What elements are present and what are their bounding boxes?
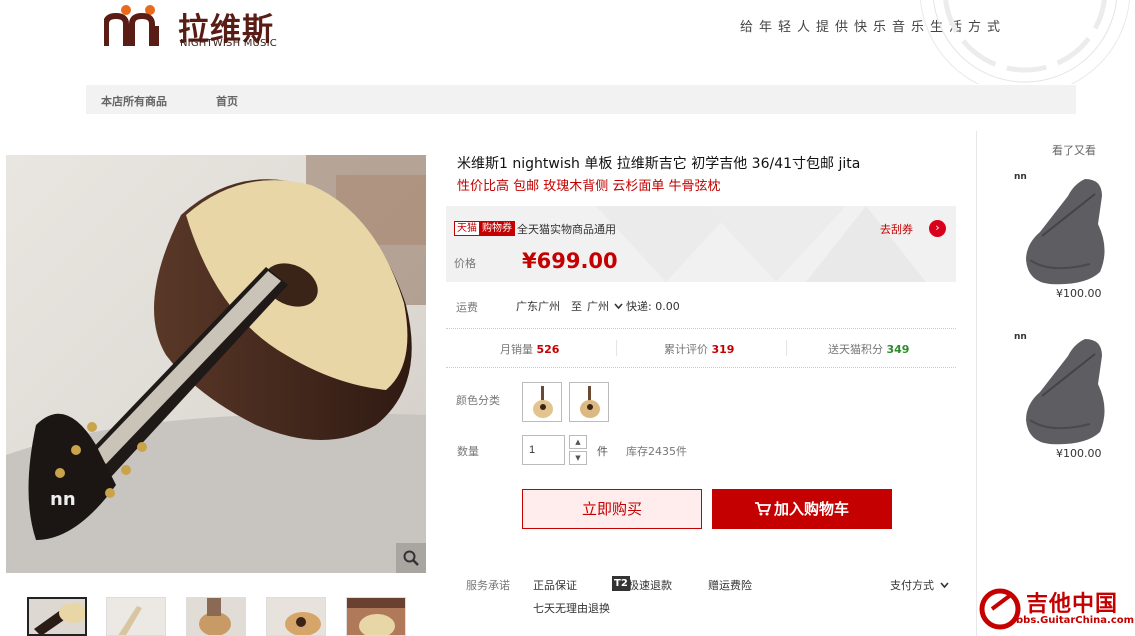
price-label: 价格 (454, 257, 476, 270)
tmall-points: 送天猫积分 349 (828, 341, 909, 357)
brand-name-en: NIGHTWISH MUSIC (180, 38, 277, 49)
price-value: ¥699.00 (522, 249, 618, 273)
get-coupon-link[interactable]: 去刮券 (880, 221, 913, 237)
service-shipping-insurance[interactable]: 赠运费险 (708, 577, 752, 593)
svg-text:nn: nn (1014, 172, 1027, 182)
decorative-circles (920, 0, 1130, 84)
guitar-photo: nn (6, 155, 426, 573)
thumbnail-2[interactable] (106, 597, 166, 636)
svg-text:nn: nn (50, 489, 76, 510)
product-subtitle: 性价比高 包邮 玫瑰木背侧 云杉面单 牛骨弦枕 (457, 179, 721, 194)
color-option-2[interactable] (569, 382, 609, 422)
chevron-right-icon[interactable]: › (929, 220, 946, 237)
also-viewed-title: 看了又看 (1052, 144, 1096, 157)
tmall-points-label: 送天猫积分 (828, 343, 883, 356)
coupon-tag: 购物券 (479, 221, 515, 236)
service-label: 服务承诺 (466, 579, 510, 592)
gig-bag-image: nn (1014, 172, 1105, 285)
quantity-decrease-button[interactable]: ▼ (569, 451, 587, 465)
product-title: 米维斯1 nightwish 单板 拉维斯吉它 初学吉他 36/41寸包邮 ji… (457, 156, 861, 172)
divider (446, 367, 956, 368)
shipping-destination-select[interactable]: 广州 (587, 298, 623, 314)
thumbnail-3[interactable] (186, 597, 246, 636)
shop-nav-bar: 本店所有商品 首页 (86, 85, 1076, 114)
buy-now-button[interactable]: 立即购买 (522, 489, 702, 529)
chevron-down-icon (613, 303, 623, 310)
coupon-description: 全天猫实物商品通用 (517, 223, 616, 236)
monthly-sales-label: 月销量 (500, 343, 533, 356)
divider (616, 340, 617, 356)
divider (976, 131, 977, 636)
nav-home[interactable]: 首页 (216, 93, 238, 109)
divider (446, 328, 956, 329)
total-reviews-label: 累计评价 (664, 343, 708, 356)
divider (786, 340, 787, 356)
recommended-item-2-price: ¥100.00 (1056, 447, 1102, 460)
service-7day-return[interactable]: 七天无理由退换 (533, 600, 610, 616)
service-fast-refund[interactable]: 极速退款 (628, 577, 672, 593)
monthly-sales-value: 526 (536, 343, 560, 356)
monthly-sales: 月销量 526 (500, 341, 559, 357)
gig-bag-image: nn (1014, 332, 1105, 445)
service-authentic[interactable]: 正品保证 (533, 577, 577, 593)
zoom-button[interactable] (396, 543, 426, 573)
payment-methods-dropdown[interactable]: 支付方式 (890, 577, 949, 593)
shipping-destination-label: 广州 (587, 300, 609, 313)
cart-icon (754, 502, 772, 516)
nav-all-products[interactable]: 本店所有商品 (101, 93, 167, 109)
recommended-item-1-price: ¥100.00 (1056, 287, 1102, 300)
chevron-down-icon (939, 582, 949, 589)
total-reviews[interactable]: 累计评价 319 (664, 341, 734, 357)
quantity-unit: 件 (597, 445, 608, 458)
shipping-origin: 广东广州 (516, 300, 560, 313)
thumbnail-4[interactable] (266, 597, 326, 636)
tmall-points-value: 349 (886, 343, 910, 356)
recommended-item-1[interactable]: nn (1010, 164, 1128, 294)
quantity-label: 数量 (457, 445, 479, 458)
magnifier-icon (403, 550, 419, 566)
stock-count: 库存2435件 (626, 445, 687, 458)
product-main-image[interactable]: nn (6, 155, 426, 573)
add-to-cart-button[interactable]: 加入购物车 (712, 489, 892, 529)
color-option-label: 颜色分类 (456, 394, 500, 407)
thumbnail-5[interactable] (346, 597, 406, 636)
payment-methods-label: 支付方式 (890, 579, 934, 592)
brand-logo-mark[interactable] (104, 4, 170, 46)
quantity-increase-button[interactable]: ▲ (569, 435, 587, 449)
color-option-1[interactable] (522, 382, 562, 422)
tmall-tag: 天猫 (454, 221, 480, 236)
watermark-text: 吉他中国 (1026, 592, 1119, 617)
watermark-url: bbs.GuitarChina.com (1016, 615, 1135, 626)
add-to-cart-label: 加入购物车 (773, 500, 849, 518)
total-reviews-value: 319 (711, 343, 735, 356)
svg-text:nn: nn (1014, 332, 1027, 342)
thumbnail-1[interactable] (27, 597, 87, 636)
shipping-label: 运费 (456, 301, 478, 314)
shipping-to-separator: 至 (571, 300, 582, 313)
shipping-fee: 快递: 0.00 (626, 300, 680, 313)
recommended-item-2[interactable]: nn (1010, 324, 1128, 454)
quantity-input[interactable] (522, 435, 565, 465)
